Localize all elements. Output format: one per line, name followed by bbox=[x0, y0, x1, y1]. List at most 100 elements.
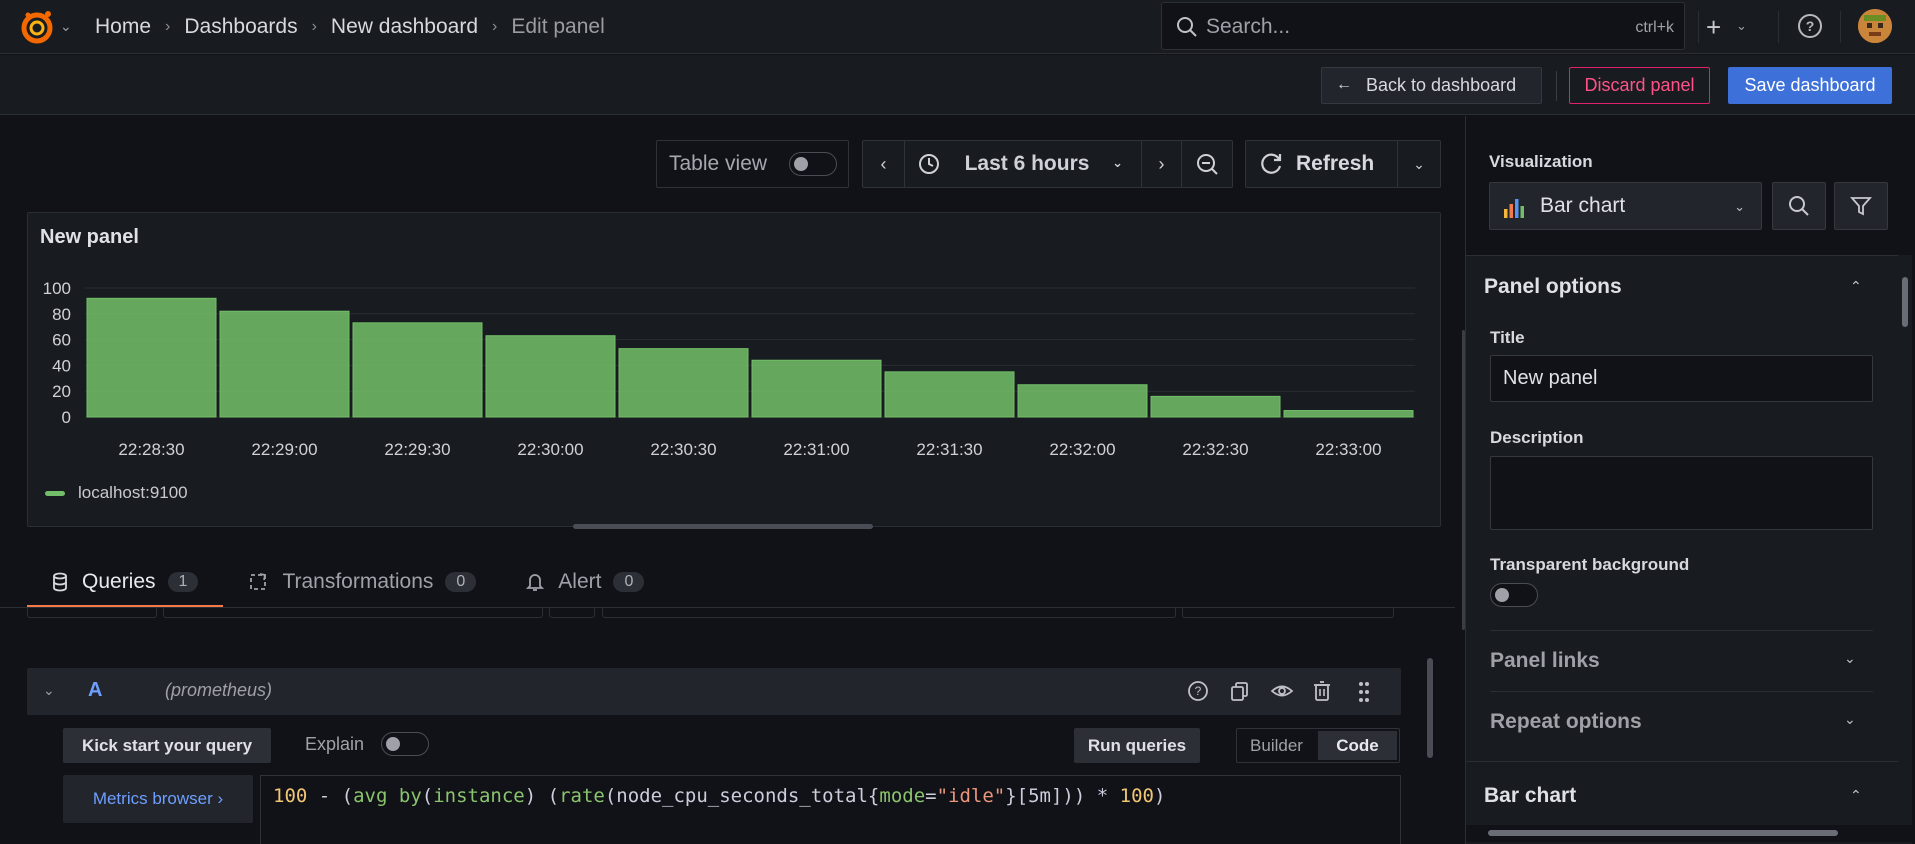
chevron-up-icon[interactable]: ⌃ bbox=[1850, 787, 1862, 804]
panel-options-header[interactable]: Panel options bbox=[1484, 275, 1622, 299]
chevron-left-icon: ‹ bbox=[880, 153, 887, 174]
transparent-background-toggle[interactable] bbox=[1490, 583, 1538, 607]
chevron-down-icon[interactable]: ⌄ bbox=[60, 18, 72, 35]
tab-count-badge: 0 bbox=[613, 572, 645, 592]
bar-chart-icon bbox=[1504, 199, 1524, 218]
search-shortcut: ctrl+k bbox=[1635, 19, 1674, 36]
tab-transformations[interactable]: Transformations 0 bbox=[223, 556, 501, 608]
help-icon[interactable]: ? bbox=[1798, 14, 1822, 38]
code-token: - ( bbox=[307, 785, 354, 807]
x-tick-label: 22:29:30 bbox=[384, 440, 450, 459]
x-tick-label: 22:32:30 bbox=[1182, 440, 1248, 459]
breadcrumb-home[interactable]: Home bbox=[95, 15, 151, 39]
mode-code-option[interactable]: Code bbox=[1318, 731, 1397, 760]
x-tick-label: 22:30:00 bbox=[517, 440, 583, 459]
panel-links-header[interactable]: Panel links bbox=[1490, 649, 1600, 673]
search-options-button[interactable] bbox=[1772, 182, 1826, 230]
filter-options-button[interactable] bbox=[1834, 182, 1888, 230]
save-dashboard-button[interactable]: Save dashboard bbox=[1728, 67, 1892, 104]
title-label: Title bbox=[1490, 328, 1525, 347]
svg-text:?: ? bbox=[1195, 684, 1202, 698]
x-tick-label: 22:33:00 bbox=[1315, 440, 1381, 459]
code-token: (node_cpu_seconds_total{ bbox=[604, 785, 880, 807]
grafana-logo-icon[interactable] bbox=[18, 8, 56, 46]
mode-builder-option[interactable]: Builder bbox=[1237, 729, 1316, 762]
search-input[interactable]: Search... ctrl+k bbox=[1161, 2, 1685, 50]
legend-item-label[interactable]: localhost:9100 bbox=[78, 483, 188, 503]
breadcrumb-edit-panel: Edit panel bbox=[511, 15, 605, 38]
chart-bar bbox=[352, 322, 483, 418]
repeat-options-header[interactable]: Repeat options bbox=[1490, 710, 1642, 734]
table-view-toggle[interactable] bbox=[789, 152, 837, 176]
metrics-browser-button[interactable]: Metrics browser › bbox=[63, 775, 253, 823]
query-code-editor[interactable]: 100 - (avg by(instance) (rate(node_cpu_s… bbox=[260, 775, 1401, 844]
query-scrollbar[interactable] bbox=[1426, 618, 1434, 840]
zoom-out-icon bbox=[1197, 154, 1218, 175]
refresh-interval-dropdown[interactable]: ⌄ bbox=[1398, 141, 1440, 187]
drag-handle-icon[interactable] bbox=[1357, 680, 1371, 704]
chevron-right-icon: › bbox=[492, 18, 498, 35]
chevron-down-icon[interactable]: ⌄ bbox=[43, 682, 55, 699]
query-toolbar-fragment bbox=[1182, 608, 1394, 618]
time-back-button[interactable]: ‹ bbox=[863, 141, 905, 187]
tab-queries[interactable]: Queries 1 bbox=[27, 556, 224, 608]
divider bbox=[1840, 11, 1841, 43]
options-horizontal-scrollbar[interactable] bbox=[1466, 825, 1914, 842]
chevron-down-icon[interactable]: ⌄ bbox=[1844, 650, 1856, 667]
database-icon bbox=[53, 572, 67, 592]
chart-bar bbox=[1017, 384, 1148, 418]
breadcrumb: Home › Dashboards › New dashboard › Edit… bbox=[95, 0, 605, 54]
avatar[interactable] bbox=[1858, 9, 1892, 43]
tab-alert[interactable]: Alert 0 bbox=[501, 556, 669, 608]
kick-start-query-button[interactable]: Kick start your query bbox=[63, 728, 271, 763]
tab-count-badge: 0 bbox=[445, 572, 477, 592]
visualization-picker[interactable]: Bar chart ⌄ bbox=[1489, 182, 1762, 230]
y-tick-label: 60 bbox=[52, 331, 71, 350]
code-token: avg bbox=[353, 785, 388, 807]
description-textarea[interactable] bbox=[1490, 456, 1873, 530]
transform-icon bbox=[250, 573, 267, 590]
scrollbar-thumb[interactable] bbox=[1427, 658, 1433, 758]
breadcrumb-dashboards[interactable]: Dashboards bbox=[184, 15, 297, 39]
time-range-button[interactable]: Last 6 hours ⌄ bbox=[905, 141, 1142, 187]
chart-bar bbox=[618, 348, 749, 418]
chevron-down-icon[interactable]: ⌄ bbox=[1736, 18, 1747, 34]
explain-toggle[interactable] bbox=[381, 732, 429, 756]
time-forward-button[interactable]: › bbox=[1142, 141, 1182, 187]
visualization-value: Bar chart bbox=[1540, 194, 1626, 217]
code-token: }[5m])) * bbox=[1005, 785, 1120, 807]
scrollbar-thumb[interactable] bbox=[1902, 277, 1908, 327]
plus-icon[interactable]: + bbox=[1706, 12, 1721, 43]
duplicate-icon[interactable] bbox=[1229, 680, 1251, 702]
zoom-out-button[interactable] bbox=[1182, 141, 1232, 187]
divider bbox=[1466, 761, 1898, 762]
refresh-button[interactable]: Refresh bbox=[1246, 141, 1398, 187]
options-scrollbar[interactable] bbox=[1898, 255, 1912, 844]
chevron-up-icon[interactable]: ⌃ bbox=[1850, 278, 1862, 295]
table-view-toggle-group[interactable]: Table view bbox=[656, 140, 849, 188]
trash-icon[interactable] bbox=[1312, 680, 1332, 702]
help-icon[interactable]: ? bbox=[1187, 680, 1209, 702]
query-ref-id[interactable]: A bbox=[88, 679, 102, 702]
chart-bar bbox=[485, 335, 616, 418]
legend-swatch bbox=[45, 490, 65, 496]
description-label: Description bbox=[1490, 428, 1584, 447]
run-queries-button[interactable]: Run queries bbox=[1074, 728, 1200, 763]
scrollbar-thumb[interactable] bbox=[1488, 830, 1838, 836]
eye-icon[interactable] bbox=[1270, 680, 1294, 702]
title-input[interactable]: New panel bbox=[1490, 355, 1873, 402]
y-tick-label: 40 bbox=[52, 356, 71, 375]
x-tick-label: 22:30:30 bbox=[650, 440, 716, 459]
y-tick-label: 0 bbox=[62, 408, 71, 427]
chevron-down-icon[interactable]: ⌄ bbox=[1844, 711, 1856, 728]
query-toolbar-fragment bbox=[163, 608, 543, 618]
panel-scrollbar[interactable] bbox=[573, 524, 873, 529]
bell-icon bbox=[526, 574, 545, 591]
breadcrumb-new-dashboard[interactable]: New dashboard bbox=[331, 15, 478, 39]
divider bbox=[1490, 630, 1873, 631]
back-to-dashboard-button[interactable]: ← Back to dashboard bbox=[1321, 67, 1542, 104]
bar-chart-options-header[interactable]: Bar chart bbox=[1484, 784, 1576, 808]
discard-panel-button[interactable]: Discard panel bbox=[1569, 67, 1710, 104]
chevron-down-icon: ⌄ bbox=[1112, 155, 1123, 170]
